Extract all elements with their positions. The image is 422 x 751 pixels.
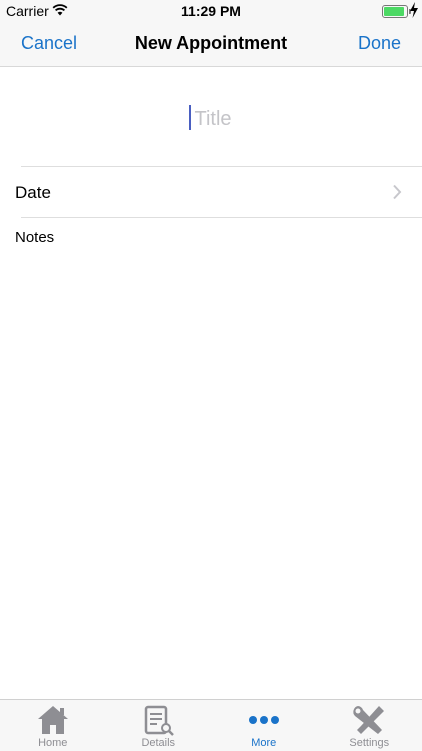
cancel-button[interactable]: Cancel — [21, 33, 77, 54]
navigation-bar: Cancel New Appointment Done — [0, 22, 422, 67]
notes-textarea[interactable] — [12, 252, 414, 686]
charging-bolt-icon — [409, 2, 419, 18]
home-icon — [35, 704, 71, 736]
tab-settings[interactable]: Settings — [317, 700, 422, 751]
date-label: Date — [15, 183, 51, 203]
tools-icon — [351, 704, 387, 736]
date-row[interactable]: Date — [0, 167, 422, 217]
tab-details[interactable]: Details — [106, 700, 212, 751]
tab-more[interactable]: More — [211, 700, 317, 751]
notes-label: Notes — [15, 229, 54, 246]
document-search-icon — [140, 704, 176, 736]
done-button[interactable]: Done — [358, 33, 401, 54]
tab-label: Settings — [317, 737, 422, 749]
tab-bar: Home Details More Settings — [0, 699, 422, 751]
more-dots-icon — [246, 704, 282, 736]
tab-home[interactable]: Home — [0, 700, 106, 751]
text-cursor — [189, 105, 191, 130]
divider — [21, 217, 422, 218]
status-bar: Carrier 11:29 PM — [0, 0, 422, 22]
tab-label: Home — [0, 737, 106, 749]
battery-level — [384, 7, 404, 16]
chevron-right-icon — [392, 184, 402, 200]
battery-icon — [382, 5, 408, 18]
clock-time: 11:29 PM — [0, 3, 422, 19]
tab-label: Details — [106, 737, 212, 749]
tab-label: More — [211, 737, 317, 749]
title-input[interactable] — [20, 97, 406, 141]
